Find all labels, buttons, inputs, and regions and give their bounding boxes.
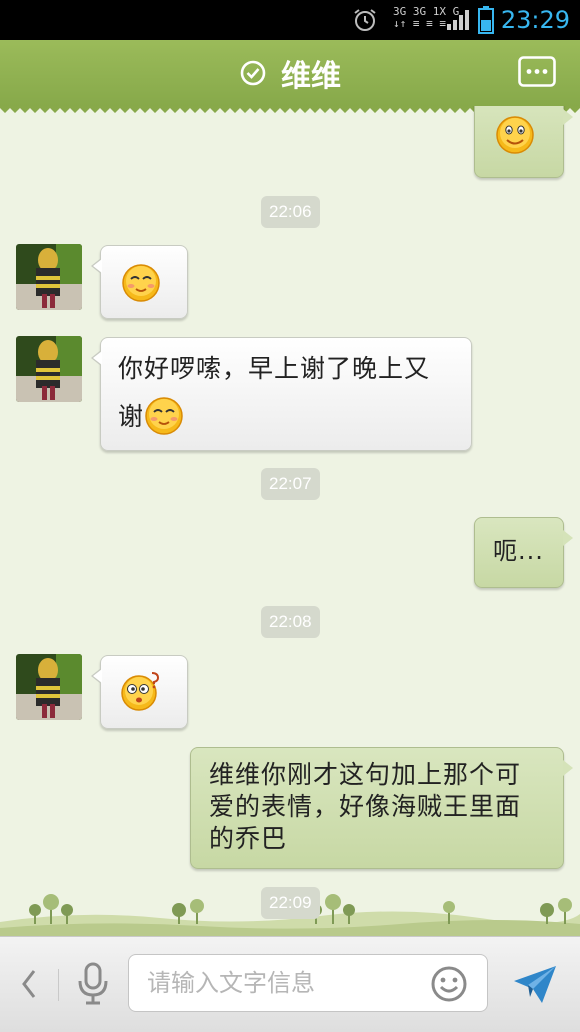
alarm-icon: [354, 9, 376, 31]
message-text: 维维你刚才这句加上那个可: [209, 760, 522, 789]
blush-emoji-icon: [145, 397, 183, 435]
chat-history[interactable]: 22:06 你好啰嗦，早上谢了晚上又 谢 22:07 呃... 22:08 维维…: [0, 106, 580, 936]
chat-header: 维维: [0, 40, 580, 106]
avatar[interactable]: [16, 336, 82, 402]
divider: [58, 969, 59, 1001]
avatar[interactable]: [16, 654, 82, 720]
message-text: 谢: [118, 401, 145, 431]
avatar-photo: [16, 336, 82, 402]
outgoing-emoji-bubble[interactable]: [474, 106, 573, 178]
incoming-emoji-bubble[interactable]: [91, 655, 188, 729]
message-input-bar: [0, 936, 580, 1032]
message-text: 呃...: [493, 537, 544, 565]
status-bar: 3G 3G 1X G ↓↑ ≡ ≡ ≡ 23:29: [0, 0, 580, 40]
send-icon[interactable]: [512, 963, 558, 1005]
avatar-photo: [16, 244, 82, 310]
verified-check-icon: [240, 60, 266, 86]
contact-name: 维维: [281, 59, 341, 94]
smile-emoji-icon: [496, 116, 534, 154]
confused-emoji-icon: [121, 672, 160, 711]
emoji-picker-icon[interactable]: [430, 965, 468, 1003]
status-time: 23:29: [500, 6, 570, 34]
chevron-left-icon[interactable]: [18, 967, 40, 1001]
message-text: 爱的表情，好像海贼王里面: [209, 792, 522, 821]
battery-icon: [478, 6, 494, 34]
microphone-icon[interactable]: [76, 961, 110, 1007]
timestamp: 22:06: [261, 196, 320, 228]
incoming-emoji-bubble[interactable]: [91, 245, 188, 319]
outgoing-text-bubble[interactable]: 维维你刚才这句加上那个可 爱的表情，好像海贼王里面 的乔巴: [190, 747, 573, 869]
message-text: 的乔巴: [209, 824, 288, 853]
timestamp: 22:08: [261, 606, 320, 638]
timestamp: 22:09: [261, 887, 320, 919]
more-options-icon[interactable]: [518, 56, 556, 90]
message-text: 你好啰嗦，早上谢了晚上又: [118, 354, 431, 383]
incoming-text-bubble[interactable]: 你好啰嗦，早上谢了晚上又 谢: [91, 337, 472, 451]
timestamp: 22:07: [261, 468, 320, 500]
blush-emoji-icon: [122, 264, 160, 302]
avatar[interactable]: [16, 244, 82, 310]
signal-icon: [447, 10, 469, 30]
avatar-photo: [16, 654, 82, 720]
outgoing-text-bubble[interactable]: 呃...: [474, 517, 573, 588]
